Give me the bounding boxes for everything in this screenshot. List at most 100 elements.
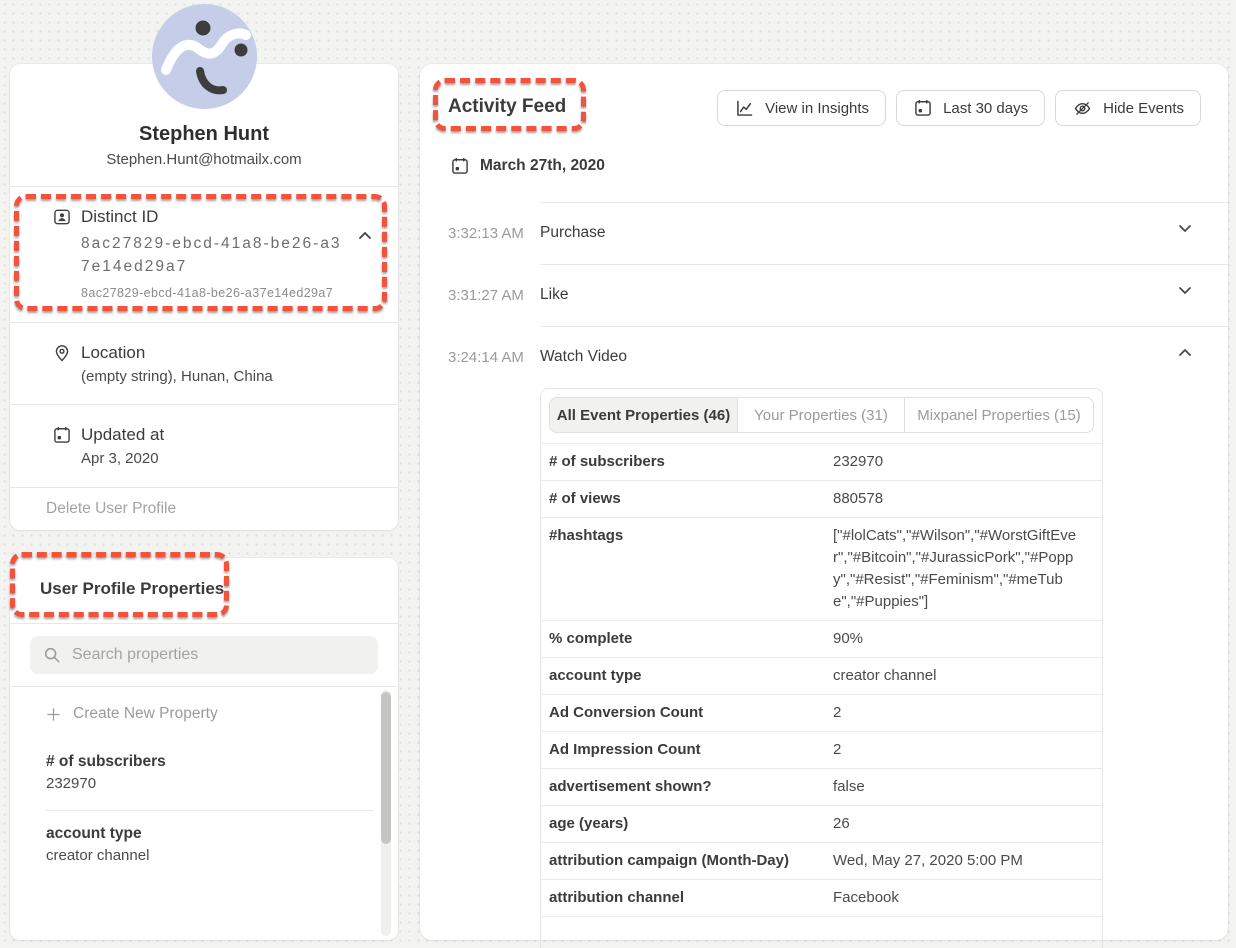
updated-at-section: Updated at Apr 3, 2020 bbox=[10, 404, 398, 487]
updated-at-label: Updated at bbox=[81, 424, 164, 446]
distinct-id-value: 8ac27829-ebcd-41a8-be26-a37e14ed29a7 bbox=[81, 232, 343, 278]
event-name: Watch Video bbox=[540, 348, 627, 366]
event-property-name: Ad Conversion Count bbox=[541, 702, 833, 724]
table-row: Ad Conversion Count 2 bbox=[541, 694, 1102, 731]
view-in-insights-label: View in Insights bbox=[765, 100, 869, 117]
event-property-name: # of subscribers bbox=[541, 451, 833, 473]
chevron-down-icon[interactable] bbox=[1178, 348, 1192, 357]
view-in-insights-button[interactable]: View in Insights bbox=[717, 90, 886, 126]
id-badge-icon bbox=[52, 207, 72, 227]
event-row[interactable]: 3:24:14 AM Watch Video bbox=[420, 326, 1228, 388]
event-time: 3:32:13 AM bbox=[448, 225, 540, 242]
hide-events-label: Hide Events bbox=[1103, 100, 1184, 117]
event-row[interactable]: 3:31:27 AM Like bbox=[420, 264, 1228, 326]
event-row[interactable]: 3:32:13 AM Purchase bbox=[420, 202, 1228, 264]
event-name: Like bbox=[540, 286, 568, 304]
tab-label: Mixpanel Properties (15) bbox=[917, 407, 1080, 424]
event-property-name: age (years) bbox=[541, 813, 833, 835]
property-item-value: 232970 bbox=[46, 775, 374, 793]
property-item-name: # of subscribers bbox=[46, 752, 374, 771]
table-row: age (years) 26 bbox=[541, 805, 1102, 842]
search-properties-input[interactable] bbox=[72, 636, 372, 674]
event-property-value: creator channel bbox=[833, 665, 1102, 687]
event-properties-panel: All Event Properties (46) Your Propertie… bbox=[540, 388, 1103, 948]
location-label: Location bbox=[81, 342, 145, 364]
date-header: March 27th, 2020 bbox=[450, 156, 1228, 176]
location-value: (empty string), Hunan, China bbox=[81, 367, 374, 387]
tab-label: All Event Properties (46) bbox=[557, 407, 730, 424]
table-row: account type creator channel bbox=[541, 657, 1102, 694]
event-properties-table: # of subscribers 232970 # of views 88057… bbox=[541, 443, 1102, 916]
eye-off-icon bbox=[1072, 98, 1093, 119]
last-30-days-label: Last 30 days bbox=[943, 100, 1028, 117]
event-property-name: advertisement shown? bbox=[541, 776, 833, 798]
activity-feed-card: Activity Feed View in Insights Last 30 d… bbox=[420, 64, 1228, 940]
event-property-name: #hashtags bbox=[541, 525, 833, 547]
event-name: Purchase bbox=[540, 224, 605, 242]
event-properties-tab[interactable]: All Event Properties (46) bbox=[550, 398, 737, 432]
table-row: #hashtags ["#lolCats","#Wilson","#WorstG… bbox=[541, 517, 1102, 620]
create-new-property-button[interactable]: Create New Property bbox=[10, 687, 398, 739]
property-item-name: account type bbox=[46, 824, 374, 843]
distinct-id-label: Distinct ID bbox=[81, 206, 158, 228]
calendar-icon bbox=[913, 98, 933, 118]
tab-label: Your Properties (31) bbox=[754, 407, 888, 424]
user-profile-card: Stephen Hunt Stephen.Hunt@hotmailx.com D… bbox=[10, 64, 398, 530]
table-row-partial bbox=[541, 916, 1102, 936]
properties-scrollbar-thumb[interactable] bbox=[381, 692, 391, 844]
updated-at-value: Apr 3, 2020 bbox=[81, 449, 374, 469]
event-property-name: % complete bbox=[541, 628, 833, 650]
last-30-days-button[interactable]: Last 30 days bbox=[896, 90, 1045, 126]
table-row: # of subscribers 232970 bbox=[541, 443, 1102, 480]
table-row: Ad Impression Count 2 bbox=[541, 731, 1102, 768]
properties-panel-title: User Profile Properties bbox=[10, 558, 398, 600]
user-email: Stephen.Hunt@hotmailx.com bbox=[10, 151, 398, 169]
location-pin-icon bbox=[52, 343, 72, 363]
event-property-value: 90% bbox=[833, 628, 1102, 650]
event-property-value: 2 bbox=[833, 739, 1102, 761]
event-property-name: # of views bbox=[541, 488, 833, 510]
properties-list: Create New Property # of subscribers 232… bbox=[10, 686, 398, 939]
property-list-item[interactable]: account type creator channel bbox=[46, 810, 374, 882]
event-property-name: Ad Impression Count bbox=[541, 739, 833, 761]
calendar-icon bbox=[450, 156, 470, 176]
event-property-name: attribution channel bbox=[541, 887, 833, 909]
table-row: attribution campaign (Month-Day) Wed, Ma… bbox=[541, 842, 1102, 879]
create-new-property-label: Create New Property bbox=[73, 705, 218, 723]
event-property-value: Wed, May 27, 2020 5:00 PM bbox=[833, 850, 1102, 872]
avatar bbox=[152, 4, 257, 109]
event-property-value: 232970 bbox=[833, 451, 1102, 473]
distinct-id-subvalue: 8ac27829-ebcd-41a8-be26-a37e14ed29a7 bbox=[81, 286, 374, 300]
event-properties-tabs: All Event Properties (46) Your Propertie… bbox=[549, 397, 1094, 433]
property-list-item[interactable]: # of subscribers 232970 bbox=[46, 739, 374, 810]
properties-scrollbar bbox=[381, 690, 391, 936]
table-row: # of views 880578 bbox=[541, 480, 1102, 517]
event-property-name: attribution campaign (Month-Day) bbox=[541, 850, 833, 872]
user-profile-properties-card: User Profile Properties Create New Prope… bbox=[10, 558, 398, 940]
calendar-icon bbox=[52, 425, 72, 445]
event-time: 3:31:27 AM bbox=[448, 287, 540, 304]
chevron-down-icon[interactable] bbox=[1178, 286, 1192, 295]
event-property-value: Facebook bbox=[833, 887, 1102, 909]
collapse-chevron-icon[interactable] bbox=[358, 231, 372, 240]
delete-user-profile-button[interactable]: Delete User Profile bbox=[10, 487, 398, 530]
event-property-name: account type bbox=[541, 665, 833, 687]
event-property-value: 2 bbox=[833, 702, 1102, 724]
hide-events-button[interactable]: Hide Events bbox=[1055, 90, 1201, 126]
activity-feed-title: Activity Feed bbox=[448, 94, 566, 120]
event-property-value: false bbox=[833, 776, 1102, 798]
event-property-value: 26 bbox=[833, 813, 1102, 835]
event-properties-tab[interactable]: Mixpanel Properties (15) bbox=[904, 398, 1093, 432]
location-section: Location (empty string), Hunan, China bbox=[10, 322, 398, 404]
table-row: % complete 90% bbox=[541, 620, 1102, 657]
line-chart-icon bbox=[734, 98, 755, 119]
search-icon bbox=[43, 646, 61, 664]
event-properties-tab[interactable]: Your Properties (31) bbox=[737, 398, 904, 432]
search-properties-box[interactable] bbox=[30, 636, 378, 674]
event-property-value: 880578 bbox=[833, 488, 1102, 510]
chevron-down-icon[interactable] bbox=[1178, 224, 1192, 233]
plus-icon bbox=[46, 707, 61, 722]
table-row: advertisement shown? false bbox=[541, 768, 1102, 805]
event-property-value: ["#lolCats","#Wilson","#WorstGiftEver","… bbox=[833, 525, 1102, 613]
events-list: 3:32:13 AM Purchase 3:31:27 AM Like bbox=[420, 202, 1228, 388]
